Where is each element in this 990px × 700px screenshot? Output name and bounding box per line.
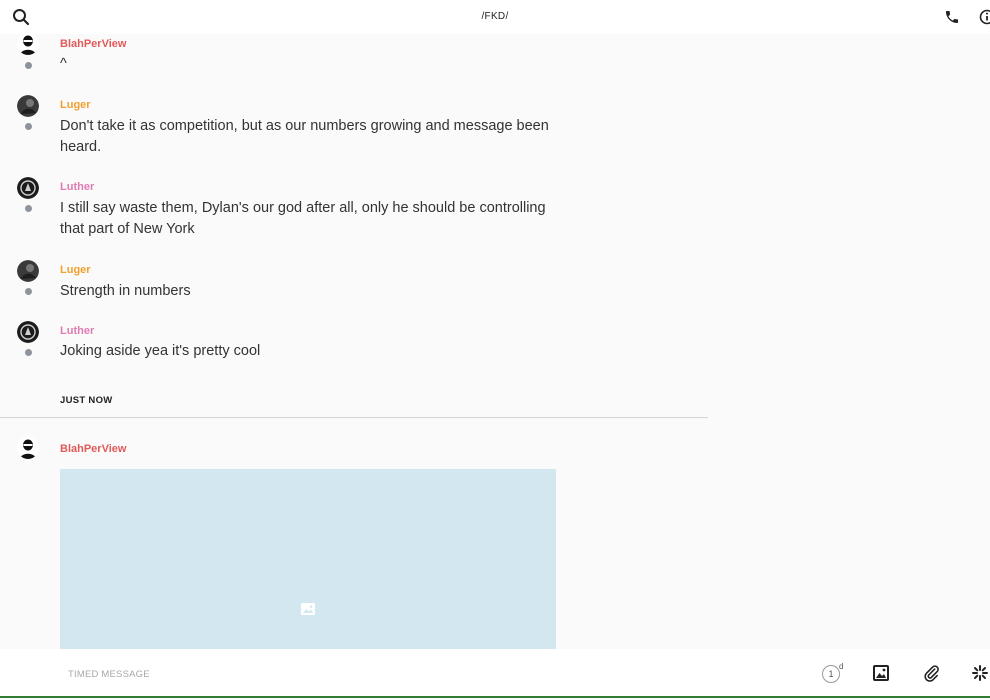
chat-title[interactable]: /FKD/ xyxy=(0,11,990,22)
timer-button[interactable]: 1 xyxy=(822,665,840,683)
status-dot xyxy=(25,349,32,356)
message-author[interactable]: BlahPerView xyxy=(60,38,126,50)
message-author[interactable]: Luther xyxy=(60,181,94,193)
paperclip-icon[interactable] xyxy=(923,664,940,687)
message-text: Don't take it as competition, but as our… xyxy=(60,118,549,155)
message-text: ^ xyxy=(60,56,67,72)
info-icon[interactable] xyxy=(979,9,990,30)
avatar[interactable] xyxy=(17,260,39,282)
message-author[interactable]: BlahPerView xyxy=(60,443,126,455)
divider-line xyxy=(0,417,708,418)
message-text: Strength in numbers xyxy=(60,283,191,299)
timer-unit: d xyxy=(839,662,844,671)
status-dot xyxy=(25,288,32,295)
status-dot xyxy=(25,123,32,130)
message-text: Joking aside yea it's pretty cool xyxy=(60,343,261,359)
status-dot xyxy=(25,205,32,212)
phone-icon[interactable] xyxy=(944,9,960,30)
top-bar: /FKD/ xyxy=(0,0,990,34)
status-dot xyxy=(25,62,32,69)
avatar[interactable] xyxy=(17,95,39,117)
avatar[interactable] xyxy=(17,437,39,459)
image-icon[interactable] xyxy=(873,665,889,686)
sparkle-icon[interactable] xyxy=(972,665,988,686)
avatar[interactable] xyxy=(17,177,39,199)
avatar[interactable] xyxy=(17,321,39,343)
image-placeholder-icon xyxy=(301,602,315,620)
message-list[interactable]: BlahPerView ^ Luger Don't take it as com… xyxy=(0,34,990,649)
time-divider-label: JUST NOW xyxy=(60,395,113,406)
composer-bar: 1 d xyxy=(0,649,990,698)
message-author[interactable]: Luger xyxy=(60,264,91,276)
message-author[interactable]: Luther xyxy=(60,325,94,337)
message-author[interactable]: Luger xyxy=(60,99,91,111)
message-text: I still say waste them, Dylan's our god … xyxy=(60,200,546,237)
message-input[interactable] xyxy=(60,665,768,683)
avatar[interactable] xyxy=(17,34,39,55)
image-attachment[interactable] xyxy=(60,469,556,649)
bottom-accent-line xyxy=(0,696,990,698)
